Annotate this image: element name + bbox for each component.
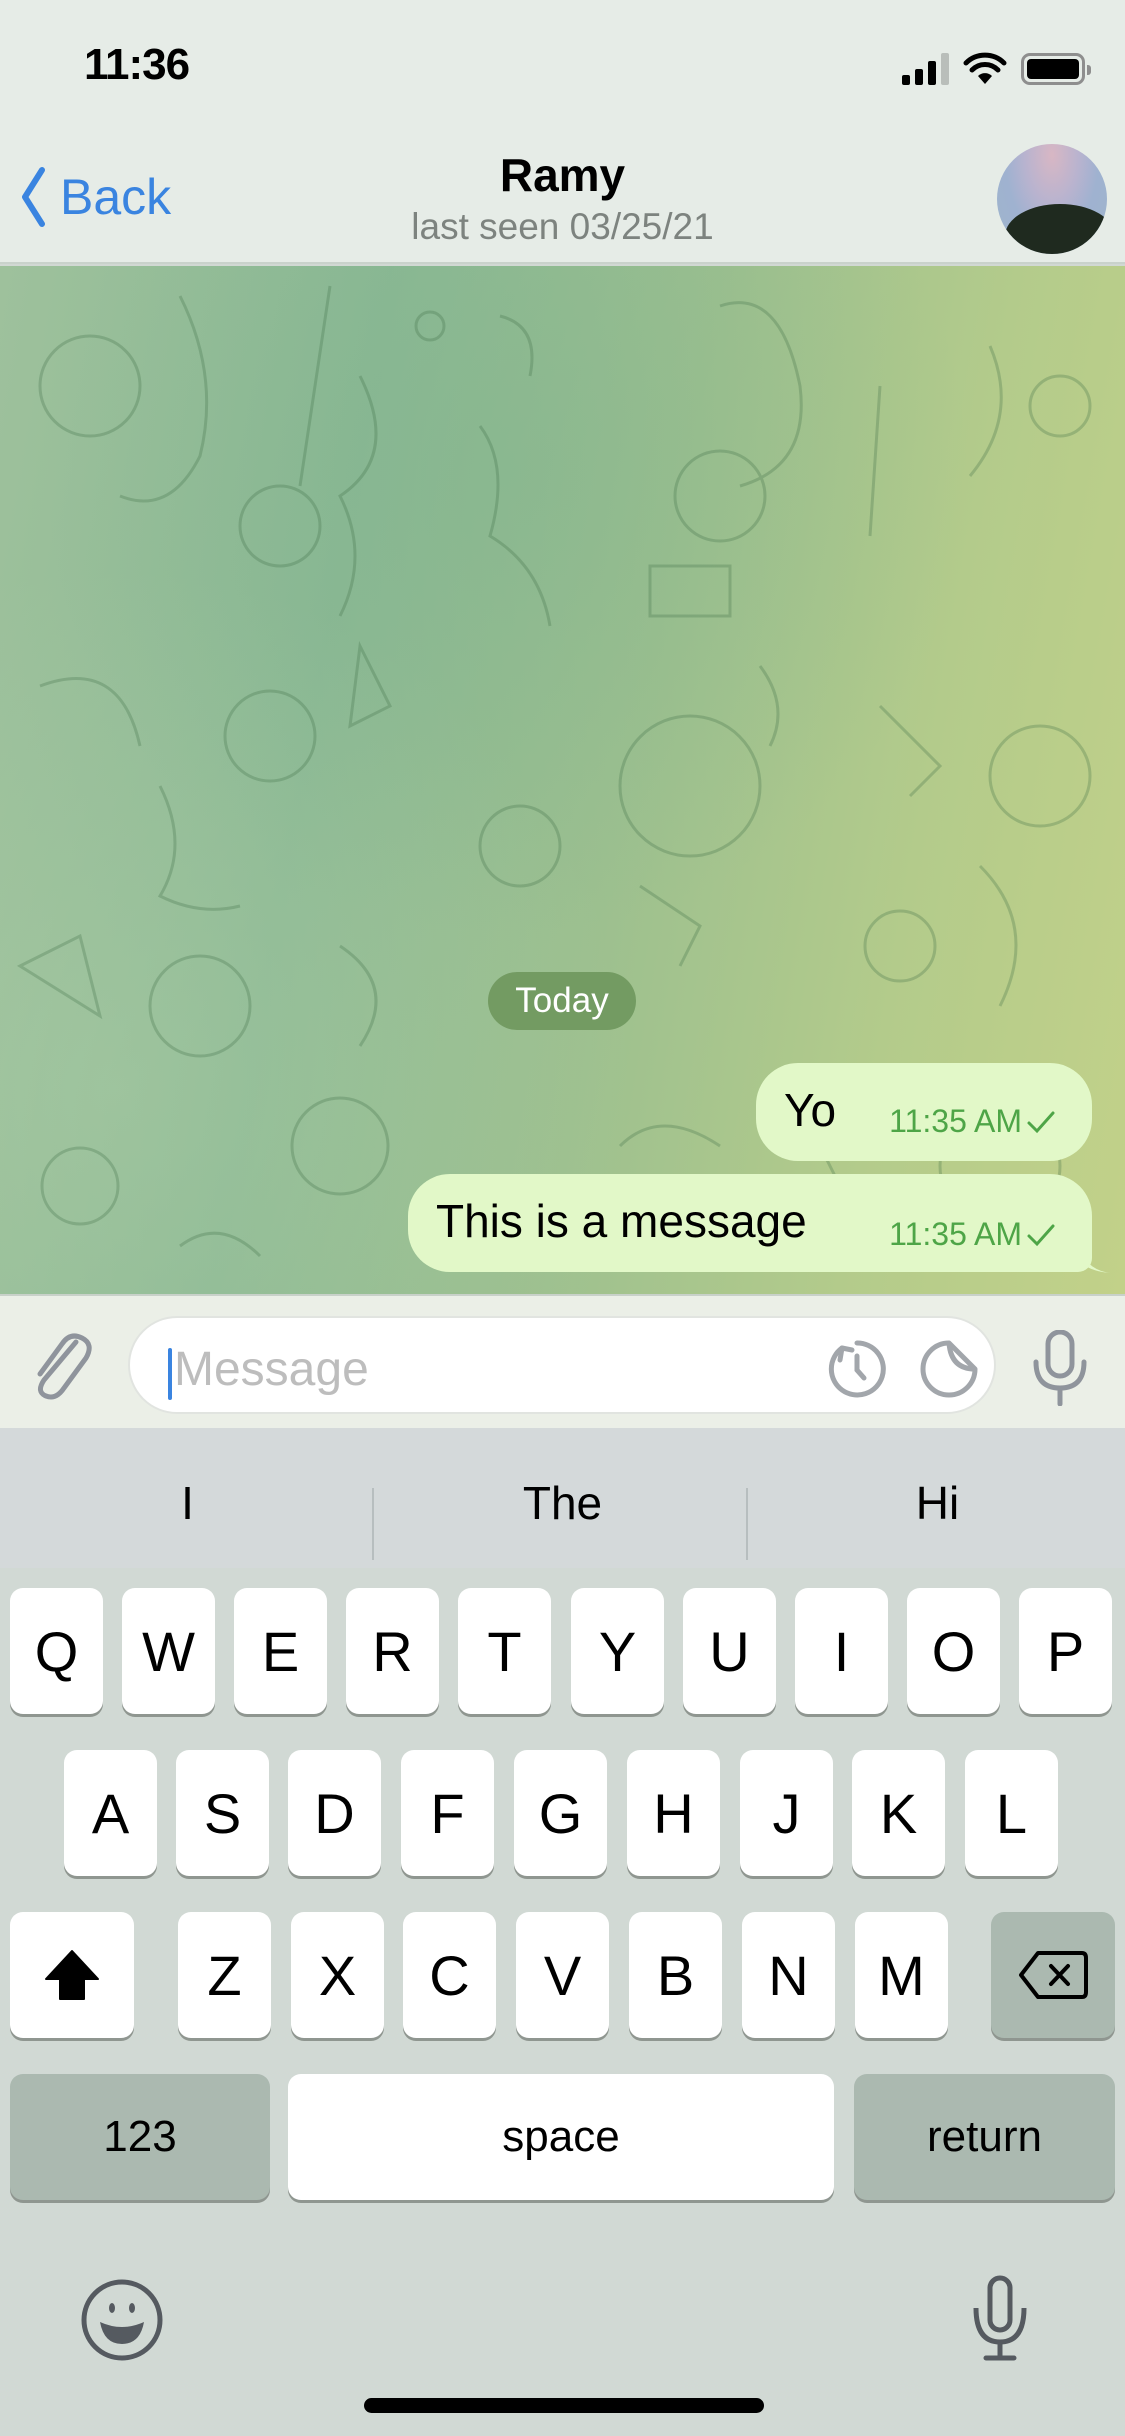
message-text: Yo: [784, 1084, 837, 1136]
home-indicator[interactable]: [364, 2398, 764, 2413]
text-cursor: [168, 1348, 172, 1400]
numbers-key[interactable]: 123: [10, 2074, 270, 2200]
message-composer: Message: [0, 1294, 1125, 1428]
status-time: 11:36: [84, 40, 190, 89]
key-e[interactable]: E: [234, 1588, 327, 1714]
status-icons: [902, 52, 1091, 86]
delete-key[interactable]: [991, 1912, 1115, 2038]
key-o[interactable]: O: [907, 1588, 1000, 1714]
key-r[interactable]: R: [346, 1588, 439, 1714]
cellular-signal-icon: [902, 53, 949, 85]
key-k[interactable]: K: [852, 1750, 945, 1876]
key-y[interactable]: Y: [571, 1588, 664, 1714]
dictation-microphone-icon[interactable]: [968, 2274, 1032, 2364]
sticker-icon[interactable]: [918, 1338, 980, 1400]
key-b[interactable]: B: [629, 1912, 722, 2038]
suggestion-divider: [746, 1488, 748, 1560]
return-key[interactable]: return: [854, 2074, 1115, 2200]
message-meta: 11:35 AM: [889, 1103, 1056, 1140]
checkmark-icon: [1027, 1111, 1055, 1133]
key-j[interactable]: J: [740, 1750, 833, 1876]
key-d[interactable]: D: [288, 1750, 381, 1876]
key-n[interactable]: N: [742, 1912, 835, 2038]
checkmark-icon: [1027, 1224, 1055, 1246]
avatar-image: [1005, 204, 1107, 254]
message-time: 11:35 AM: [889, 1216, 1022, 1252]
emoji-icon[interactable]: [80, 2278, 164, 2362]
paperclip-icon[interactable]: [26, 1330, 96, 1402]
message-bubble[interactable]: Yo 11:35 AM: [756, 1063, 1092, 1161]
bubble-tail: [1080, 1241, 1110, 1273]
date-separator: Today: [488, 972, 636, 1030]
avatar[interactable]: [997, 144, 1107, 254]
battery-icon: [1021, 53, 1091, 85]
shift-key[interactable]: [10, 1912, 134, 2038]
suggestion-item[interactable]: The: [375, 1428, 750, 1568]
message-meta: 11:35 AM: [889, 1216, 1056, 1253]
message-placeholder: Message: [174, 1343, 369, 1396]
chat-messages-area[interactable]: Today Yo 11:35 AM This is a message 11:3…: [0, 266, 1125, 1294]
predictive-bar: I The Hi: [0, 1428, 1125, 1568]
key-q[interactable]: Q: [10, 1588, 103, 1714]
microphone-icon[interactable]: [1028, 1330, 1092, 1406]
chat-title[interactable]: Ramy: [0, 148, 1125, 202]
message-input[interactable]: Message: [128, 1316, 996, 1414]
message-bubble[interactable]: This is a message 11:35 AM: [408, 1174, 1092, 1272]
key-m[interactable]: M: [855, 1912, 948, 2038]
shift-arrow-icon: [45, 1950, 99, 2000]
key-w[interactable]: W: [122, 1588, 215, 1714]
backspace-icon: [1019, 1951, 1088, 1999]
key-p[interactable]: P: [1019, 1588, 1112, 1714]
space-key[interactable]: space: [288, 2074, 834, 2200]
timer-icon[interactable]: [826, 1338, 888, 1400]
key-s[interactable]: S: [176, 1750, 269, 1876]
suggestion-divider: [372, 1488, 374, 1560]
message-time: 11:35 AM: [889, 1103, 1022, 1139]
message-text: This is a message: [436, 1195, 807, 1247]
key-z[interactable]: Z: [178, 1912, 271, 2038]
key-l[interactable]: L: [965, 1750, 1058, 1876]
last-seen-status: last seen 03/25/21: [411, 206, 714, 247]
key-a[interactable]: A: [64, 1750, 157, 1876]
key-x[interactable]: X: [291, 1912, 384, 2038]
key-f[interactable]: F: [401, 1750, 494, 1876]
key-v[interactable]: V: [516, 1912, 609, 2038]
key-c[interactable]: C: [403, 1912, 496, 2038]
suggestion-item[interactable]: Hi: [750, 1428, 1125, 1568]
key-u[interactable]: U: [683, 1588, 776, 1714]
key-h[interactable]: H: [627, 1750, 720, 1876]
key-t[interactable]: T: [458, 1588, 551, 1714]
key-g[interactable]: G: [514, 1750, 607, 1876]
navigation-header: 11:36 Back Ramy last seen 03/25/21: [0, 0, 1125, 264]
wifi-icon: [963, 52, 1007, 84]
suggestion-item[interactable]: I: [0, 1428, 375, 1568]
key-i[interactable]: I: [795, 1588, 888, 1714]
keyboard: I The Hi Q W E R T Y U I O P A S D F G H…: [0, 1428, 1125, 2436]
